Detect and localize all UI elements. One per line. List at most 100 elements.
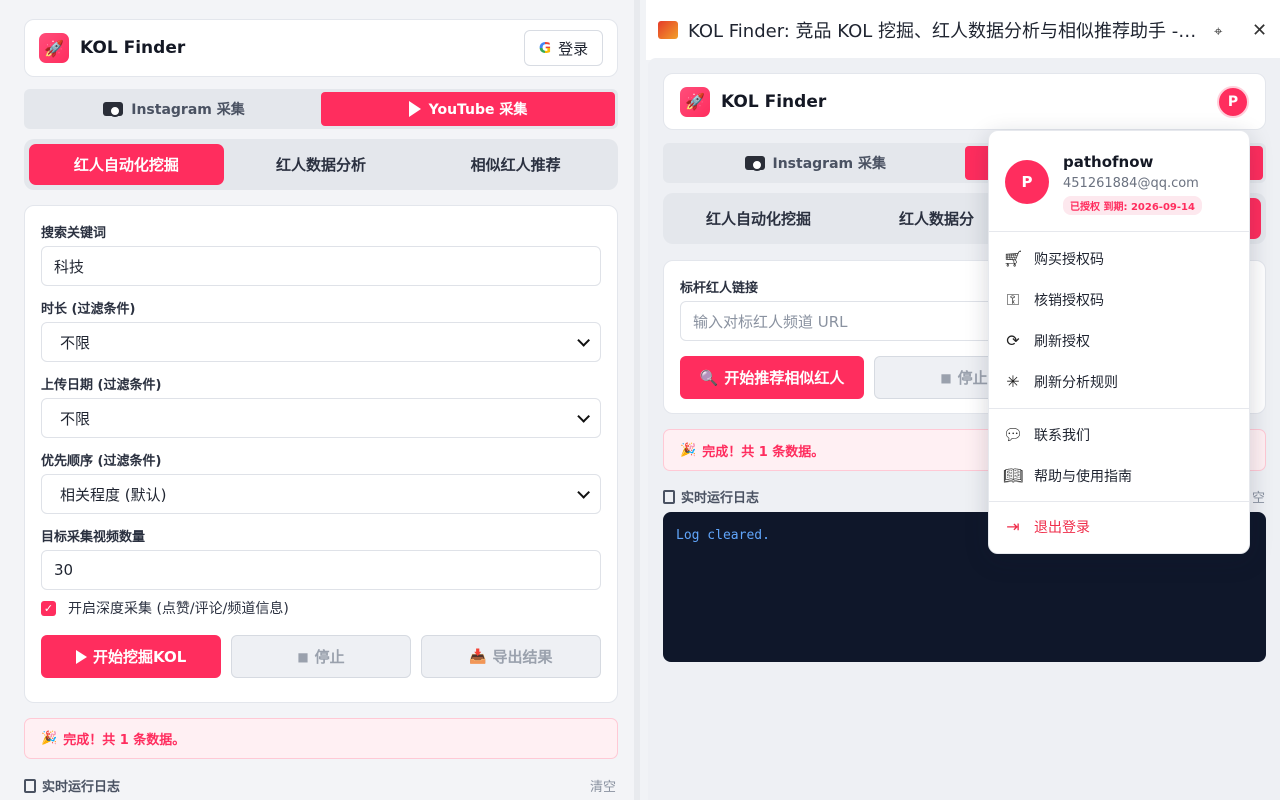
tab-youtube[interactable]: YouTube 采集 (321, 92, 615, 126)
start-recommend-button[interactable]: 🔍 开始推荐相似红人 (680, 356, 864, 399)
tab-similar-recommend[interactable]: 相似红人推荐 (418, 144, 613, 185)
search-icon: 🔍 (699, 368, 719, 387)
close-icon[interactable]: ✕ (1252, 20, 1267, 41)
play-icon (408, 101, 421, 117)
menu-divider (989, 501, 1249, 502)
rocket-logo-icon: 🚀 (680, 86, 710, 117)
tab-label: YouTube 采集 (428, 102, 528, 118)
party-icon: 🎉 (680, 442, 697, 458)
duration-select[interactable]: 不限 (41, 322, 601, 362)
priority-value: 相关程度 (默认) (60, 485, 167, 504)
unpin-icon[interactable]: ⌖ (1214, 22, 1232, 40)
deep-collect-option[interactable]: ✓ 开启深度采集 (点赞/评论/频道信息) (41, 598, 601, 618)
status-text: 完成！共 1 条数据。 (702, 444, 825, 460)
menu-item-label: 帮助与使用指南 (1034, 468, 1132, 485)
menu-item-contact[interactable]: 💬︎ 联系我们 (989, 414, 1249, 455)
mining-form: 搜索关键词 科技 时长 (过滤条件) 不限 上传日期 (过滤条件) 不限 优先顺… (24, 205, 618, 703)
upload-date-select[interactable]: 不限 (41, 398, 601, 438)
log-title-text: 实时运行日志 (42, 780, 121, 795)
menu-item-label: 购买授权码 (1034, 251, 1104, 268)
upload-date-value: 不限 (60, 409, 91, 428)
cart-icon: 🛒︎ (1003, 249, 1024, 268)
menu-item-label: 联系我们 (1034, 427, 1090, 444)
stop-button[interactable]: ■ 停止 (231, 635, 411, 678)
tab-data-analysis[interactable]: 红人数据分析 (224, 144, 419, 185)
platform-tabs: Instagram 采集 YouTube 采集 (24, 89, 618, 129)
loader-icon: ✳ (1006, 372, 1020, 391)
user-avatar-button[interactable]: P (1217, 85, 1249, 118)
app-header: 🚀 KOL Finder G 登录 (24, 19, 618, 77)
clear-log-button[interactable]: 空 (1252, 487, 1265, 506)
log-title-text: 实时运行日志 (681, 491, 760, 506)
menu-item-help[interactable]: 📖︎ 帮助与使用指南 (989, 455, 1249, 496)
log-title: 实时运行日志 (24, 776, 120, 795)
export-label: 导出结果 (492, 648, 553, 666)
app-window-icon (658, 21, 678, 39)
chevron-down-icon (577, 333, 590, 347)
app-title: KOL Finder (721, 91, 827, 112)
book-icon: 📖︎ (1003, 466, 1024, 485)
right-app-header: 🚀 KOL Finder P (663, 73, 1266, 130)
tab-auto-mining[interactable]: 红人自动化挖掘 (29, 144, 224, 185)
video-count-label: 目标采集视频数量 (41, 530, 146, 545)
clipboard-icon (24, 778, 36, 793)
menu-avatar: P (1005, 160, 1049, 204)
stop-label: 停止 (957, 369, 988, 387)
menu-email: 451261884@qq.com (1063, 176, 1199, 191)
play-icon (76, 649, 88, 664)
duration-label: 时长 (过滤条件) (41, 302, 136, 317)
menu-item-redeem-license[interactable]: ⚿ 核销授权码 (989, 279, 1249, 320)
menu-user-card: P pathofnow 451261884@qq.com 已授权 到期: 202… (989, 131, 1249, 231)
rocket-logo-icon: 🚀 (39, 33, 69, 63)
keyword-label: 搜索关键词 (41, 226, 107, 241)
deep-collect-label: 开启深度采集 (点赞/评论/频道信息) (68, 601, 289, 617)
menu-item-label: 刷新分析规则 (1034, 374, 1118, 391)
tab-instagram[interactable]: Instagram 采集 (27, 92, 321, 126)
menu-item-label: 核销授权码 (1034, 292, 1104, 309)
menu-item-logout[interactable]: ⇥ 退出登录 (989, 506, 1249, 547)
google-login-button[interactable]: G 登录 (524, 30, 603, 66)
status-message: 🎉 完成！共 1 条数据。 (24, 718, 618, 759)
chat-icon: 💬︎ (1003, 425, 1024, 444)
export-button[interactable]: 📥 导出结果 (420, 635, 601, 678)
log-line: Log cleared. (676, 528, 770, 543)
upload-date-label: 上传日期 (过滤条件) (41, 378, 162, 393)
menu-item-label: 退出登录 (1034, 519, 1090, 536)
deep-collect-checkbox[interactable]: ✓ (41, 600, 56, 616)
priority-label: 优先顺序 (过滤条件) (41, 454, 162, 469)
video-count-input[interactable]: 30 (41, 550, 601, 590)
refresh-icon: ⟳ (1006, 331, 1020, 350)
camera-icon (744, 156, 765, 171)
stop-icon: ■ (297, 649, 309, 664)
chevron-down-icon (577, 485, 590, 499)
key-icon: ⚿ (1006, 289, 1020, 309)
clipboard-icon (663, 489, 675, 504)
stop-icon: ■ (940, 370, 952, 385)
stop-label: 停止 (314, 648, 345, 666)
license-badge: 已授权 到期: 2026-09-14 (1063, 196, 1202, 215)
menu-item-label: 刷新授权 (1034, 333, 1090, 350)
menu-item-refresh-license[interactable]: ⟳ 刷新授权 (989, 320, 1249, 361)
export-icon: 📥 (469, 648, 487, 665)
clear-log-button[interactable]: 清空 (590, 776, 616, 795)
tab-instagram[interactable]: Instagram 采集 (666, 146, 965, 180)
window-titlebar: KOL Finder: 竞品 KOL 挖掘、红人数据分析与相似推荐助手 - pa… (646, 0, 1280, 60)
start-label: 开始挖掘KOL (93, 648, 187, 666)
status-text: 完成！共 1 条数据。 (63, 733, 186, 748)
start-label: 开始推荐相似红人 (724, 369, 845, 387)
keyword-input[interactable]: 科技 (41, 246, 601, 286)
menu-item-refresh-rules[interactable]: ✳ 刷新分析规则 (989, 361, 1249, 402)
priority-select[interactable]: 相关程度 (默认) (41, 474, 601, 514)
login-label: 登录 (558, 39, 589, 58)
chevron-down-icon (577, 409, 590, 423)
google-icon: G (538, 39, 552, 57)
menu-item-buy-license[interactable]: 🛒︎ 购买授权码 (989, 238, 1249, 279)
log-title: 实时运行日志 (663, 487, 759, 506)
menu-username: pathofnow (1063, 153, 1154, 171)
start-mining-button[interactable]: 开始挖掘KOL (41, 635, 222, 678)
user-menu: P pathofnow 451261884@qq.com 已授权 到期: 202… (988, 130, 1250, 554)
tab-auto-mining[interactable]: 红人自动化挖掘 (668, 198, 849, 239)
logout-icon: ⇥ (1006, 517, 1020, 536)
tab-label: Instagram 采集 (131, 102, 245, 118)
feature-tabs: 红人自动化挖掘 红人数据分析 相似红人推荐 (24, 139, 618, 190)
